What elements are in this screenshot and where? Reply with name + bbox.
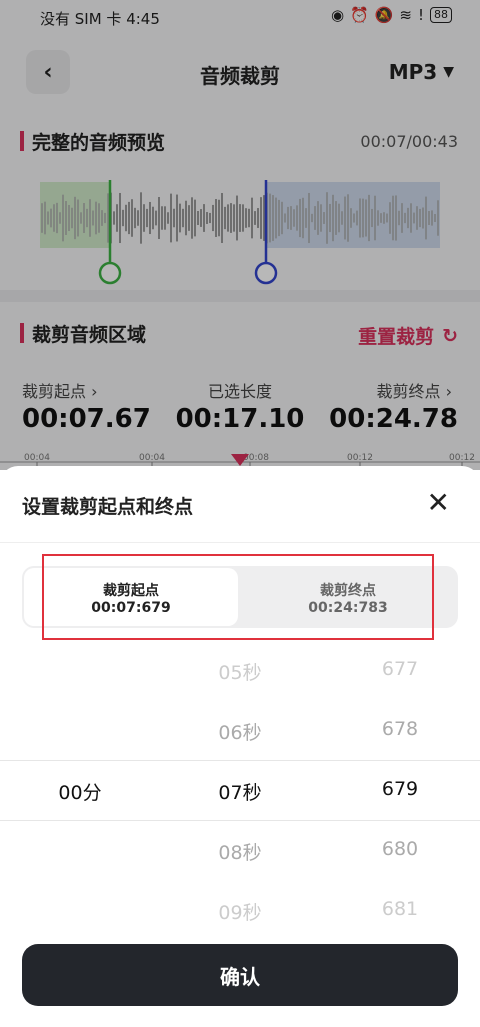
sheet-title: 设置裁剪起点和终点 (22, 496, 194, 518)
seconds-picker-item-selected[interactable]: 07秒 (200, 778, 280, 805)
modal-overlay[interactable] (0, 0, 480, 470)
seconds-picker-item[interactable]: 09秒 (200, 898, 280, 925)
millis-picker-item[interactable]: 680 (360, 838, 440, 860)
seconds-picker-item[interactable]: 06秒 (200, 718, 280, 745)
millis-picker-item[interactable]: 677 (360, 658, 440, 680)
millis-picker-item-selected[interactable]: 679 (360, 778, 440, 800)
picker-top-line (0, 760, 480, 761)
trim-points-sheet: 设置裁剪起点和终点 ✕ 裁剪起点 00:07:679 裁剪终点 00:24:78… (0, 466, 480, 1027)
confirm-button[interactable]: 确认 (22, 944, 458, 1006)
minutes-picker-item[interactable]: 00分 (40, 778, 120, 805)
millis-picker-item[interactable]: 681 (360, 898, 440, 920)
highlight-box (42, 554, 434, 640)
divider (0, 542, 480, 543)
picker-bottom-line (0, 820, 480, 821)
millis-picker-item[interactable]: 678 (360, 718, 440, 740)
close-icon[interactable]: ✕ (427, 486, 450, 519)
seconds-picker-item[interactable]: 08秒 (200, 838, 280, 865)
seconds-picker-item[interactable]: 05秒 (200, 658, 280, 685)
